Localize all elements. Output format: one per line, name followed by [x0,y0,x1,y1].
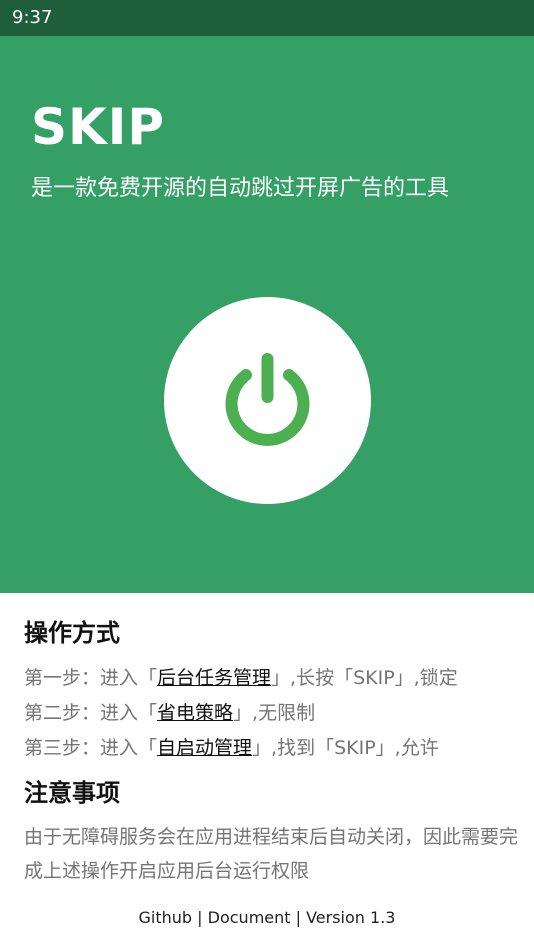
step-3-suffix: 」,找到「SKIP」,允许 [252,737,439,759]
hero-header: SKIP 是一款免费开源的自动跳过开屏广告的工具 [0,36,534,593]
step-2-prefix: 第二步：进入「 [24,702,158,724]
notes-text: 由于无障碍服务会在应用进程结束后自动关闭，因此需要完成上述操作开启应用后台运行权… [24,826,519,882]
step-3: 第三步：进入「自启动管理」,找到「SKIP」,允许 [24,734,439,762]
footer: Github | Document | Version 1.3 [0,908,534,928]
power-button[interactable] [164,297,371,504]
github-link[interactable]: Github [139,908,193,927]
step-3-prefix: 第三步：进入「 [24,737,158,759]
link-autostart-manager[interactable]: 自启动管理 [157,737,252,759]
power-icon [225,353,310,446]
content-panel: 操作方式 第一步：进入「后台任务管理」,长按「SKIP」,锁定 第二步：进入「省… [0,593,534,949]
notes-title: 注意事项 [24,779,120,807]
step-2: 第二步：进入「省电策略」,无限制 [24,699,315,727]
version-label: Version 1.3 [306,908,396,927]
app-subtitle: 是一款免费开源的自动跳过开屏广告的工具 [31,176,450,201]
status-time: 9:37 [12,7,53,28]
footer-separator: | [192,908,208,927]
instructions-title: 操作方式 [24,619,120,647]
step-1-suffix: 」,长按「SKIP」,锁定 [271,667,458,689]
document-link[interactable]: Document [208,908,291,927]
footer-separator: | [290,908,307,927]
status-bar: 9:37 [0,0,534,36]
step-2-suffix: 」,无限制 [233,702,316,724]
step-1-prefix: 第一步：进入「 [24,667,158,689]
step-1: 第一步：进入「后台任务管理」,长按「SKIP」,锁定 [24,664,458,692]
app-title: SKIP [31,98,166,156]
link-power-saving-policy[interactable]: 省电策略 [157,702,233,724]
link-background-task-manager[interactable]: 后台任务管理 [157,667,271,689]
